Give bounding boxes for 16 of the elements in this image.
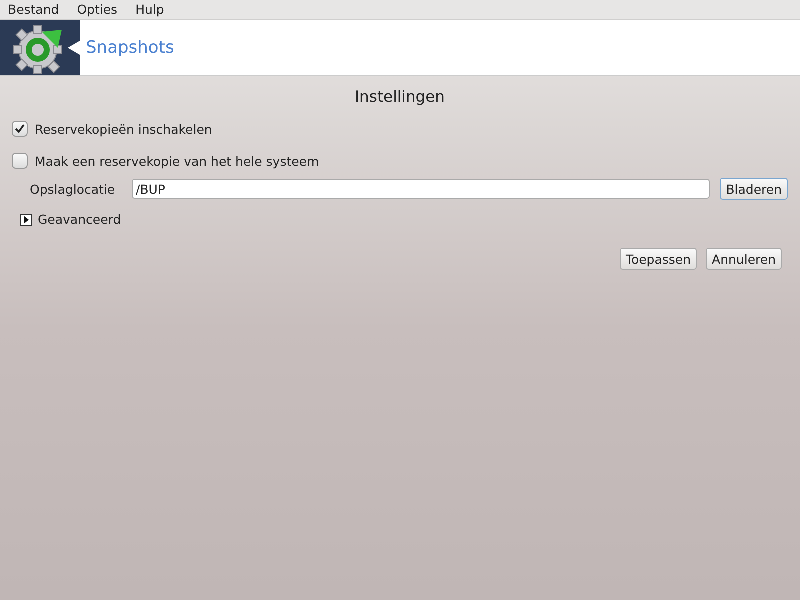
browse-button[interactable]: Bladeren [720,178,788,200]
menu-item[interactable]: Bestand [8,2,60,17]
checkbox[interactable] [12,153,28,169]
field-label: Opslaglocatie [29,182,116,196]
app-title: Snapshots [86,38,174,58]
checkbox[interactable] [12,121,28,137]
path-field[interactable]: /BUP [132,179,710,199]
expander-label[interactable]: Geavanceerd [38,212,122,227]
action-button[interactable]: Toepassen [620,248,698,270]
action-button[interactable]: Annuleren [706,248,782,270]
checkbox-label: Reservekopieën inschakelen [35,122,212,136]
panel-pointer [68,41,80,55]
menu-item[interactable]: Hulp [136,2,164,17]
checkbox-label: Maak een reservekopie van het hele systeem [35,154,320,168]
menu-item[interactable]: Opties [77,2,118,17]
section-title: Instellingen [354,88,446,108]
